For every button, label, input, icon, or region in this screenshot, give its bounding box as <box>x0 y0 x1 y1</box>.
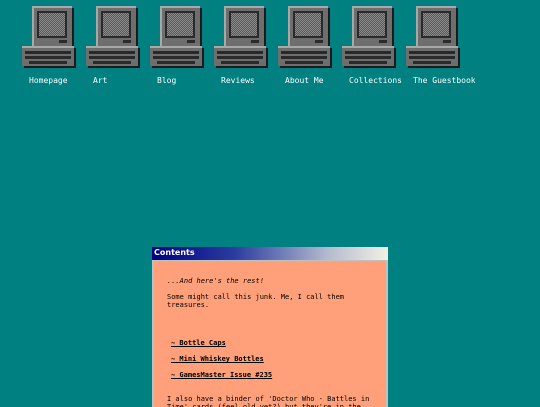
link-mini-whiskey-bottles[interactable]: ~ Mini Whiskey Bottles <box>171 355 264 363</box>
retro-computer-icon <box>278 6 332 68</box>
window-title: Contents <box>154 248 195 257</box>
window-content: ...And here's the rest! Some might call … <box>154 261 386 407</box>
nav-item-collections[interactable]: Collections <box>338 6 402 92</box>
retro-computer-icon <box>342 6 396 68</box>
nav-label: Blog <box>157 76 177 85</box>
link-bottle-caps[interactable]: ~ Bottle Caps <box>171 339 226 347</box>
nav-label: About Me <box>285 76 324 85</box>
retro-computer-icon <box>406 6 460 68</box>
nav-bar: Homepage Art Blog Reviews About Me Colle… <box>18 6 528 92</box>
retro-computer-icon <box>22 6 76 68</box>
nav-item-art[interactable]: Art <box>82 6 146 92</box>
paragraph-text: I also have a binder of 'Doctor Who - Ba… <box>167 395 370 407</box>
nav-label: The Guestbook <box>413 76 476 85</box>
nav-label: Collections <box>349 76 402 85</box>
retro-computer-icon <box>214 6 268 68</box>
window-titlebar[interactable]: Contents <box>152 247 388 260</box>
retro-computer-icon <box>150 6 204 68</box>
retro-computer-icon <box>86 6 140 68</box>
nav-item-homepage[interactable]: Homepage <box>18 6 82 92</box>
intro-text: ...And here's the rest! <box>167 277 264 285</box>
nav-item-about-me[interactable]: About Me <box>274 6 338 92</box>
nav-label: Reviews <box>221 76 255 85</box>
paragraph-text: Some might call this junk. Me, I call th… <box>167 293 345 309</box>
nav-item-blog[interactable]: Blog <box>146 6 210 92</box>
nav-label: Homepage <box>29 76 68 85</box>
link-gamesmaster-issue[interactable]: ~ GamesMaster Issue #235 <box>171 371 272 379</box>
nav-item-reviews[interactable]: Reviews <box>210 6 274 92</box>
nav-label: Art <box>93 76 108 85</box>
contents-window: Contents ...And here's the rest! Some mi… <box>152 247 388 407</box>
nav-item-guestbook[interactable]: The Guestbook <box>402 6 476 92</box>
